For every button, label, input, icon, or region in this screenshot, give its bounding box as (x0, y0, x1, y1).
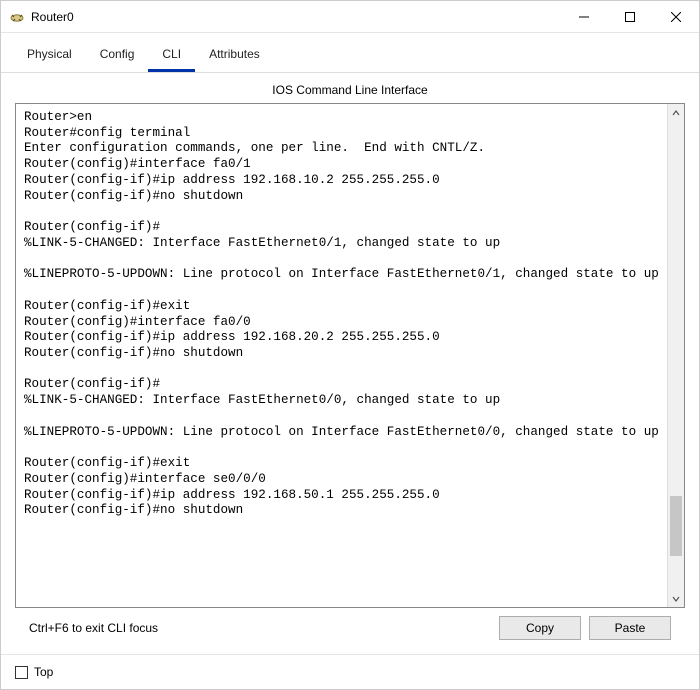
paste-button[interactable]: Paste (589, 616, 671, 640)
top-checkbox[interactable] (15, 666, 28, 679)
maximize-button[interactable] (607, 1, 653, 32)
copy-button[interactable]: Copy (499, 616, 581, 640)
titlebar: Router0 (1, 1, 699, 33)
scroll-up-arrow[interactable] (668, 104, 684, 121)
top-checkbox-label: Top (34, 665, 53, 679)
tab-physical[interactable]: Physical (13, 41, 86, 72)
terminal-scrollbar[interactable] (667, 104, 684, 607)
scroll-down-arrow[interactable] (668, 590, 684, 607)
app-window: Router0 Physical Config CLI Attributes I… (0, 0, 700, 690)
tab-bar: Physical Config CLI Attributes (1, 33, 699, 73)
router-icon (9, 9, 25, 25)
minimize-button[interactable] (561, 1, 607, 32)
tab-config[interactable]: Config (86, 41, 149, 72)
cli-heading: IOS Command Line Interface (15, 79, 685, 103)
cli-terminal[interactable]: Router>en Router#config terminal Enter c… (16, 104, 667, 607)
cli-footer: Ctrl+F6 to exit CLI focus Copy Paste (15, 608, 685, 644)
tab-attributes[interactable]: Attributes (195, 41, 274, 72)
cli-panel: IOS Command Line Interface Router>en Rou… (1, 73, 699, 654)
window-title: Router0 (31, 10, 561, 24)
close-button[interactable] (653, 1, 699, 32)
scroll-thumb[interactable] (670, 496, 682, 556)
terminal-container: Router>en Router#config terminal Enter c… (15, 103, 685, 608)
bottom-bar: Top (1, 654, 699, 689)
cli-hint: Ctrl+F6 to exit CLI focus (29, 621, 491, 635)
tab-cli[interactable]: CLI (148, 41, 195, 72)
window-controls (561, 1, 699, 32)
